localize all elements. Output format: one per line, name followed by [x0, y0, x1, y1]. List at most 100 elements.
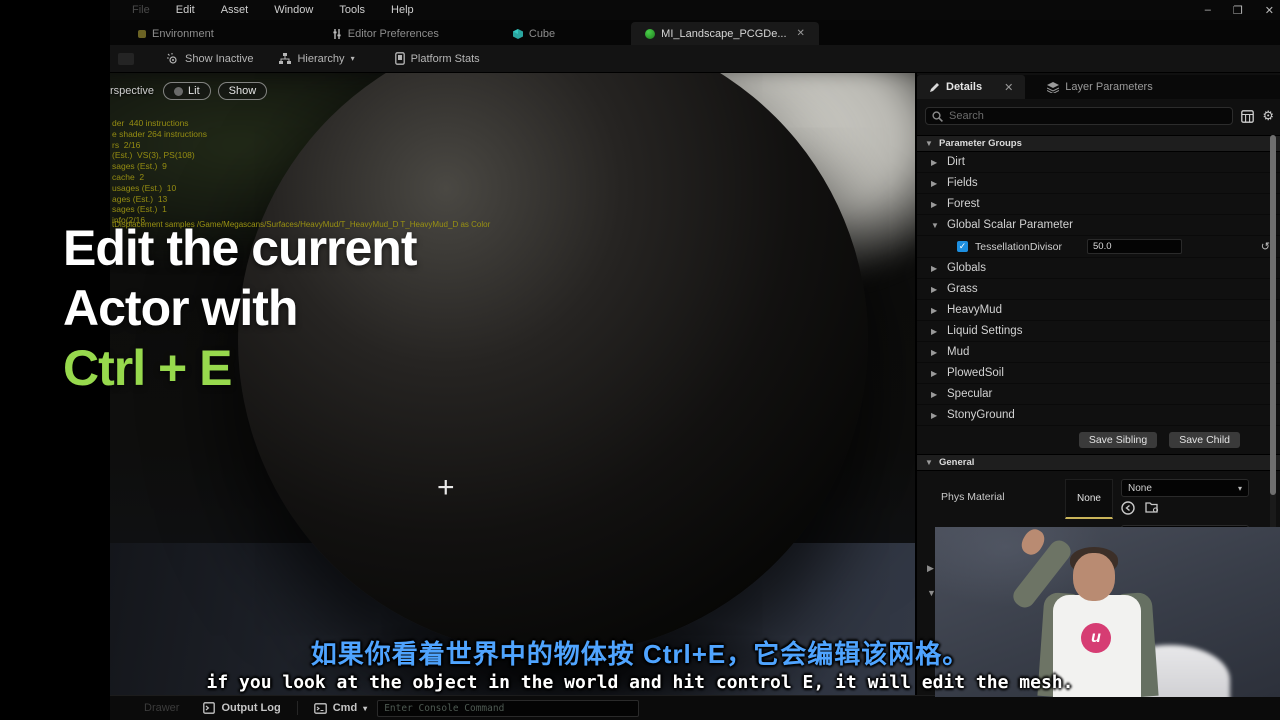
perspective-label[interactable]: rspective: [110, 85, 154, 97]
group-row-liquid-settings[interactable]: ▶ Liquid Settings: [917, 321, 1280, 342]
caret-right-icon: ▶: [931, 200, 939, 209]
phys-material-label: Phys Material: [941, 491, 1005, 503]
tab-details[interactable]: Details ✕: [917, 75, 1025, 99]
show-menu-button[interactable]: Show: [218, 82, 268, 100]
tab-editor-preferences[interactable]: Editor Preferences: [318, 22, 453, 45]
group-row-global-scalar[interactable]: ▼ Global Scalar Parameter: [917, 215, 1280, 236]
sliders-icon: [332, 29, 342, 39]
tab-close-icon[interactable]: ✕: [797, 28, 805, 39]
gear-icon[interactable]: ⚙: [1262, 108, 1274, 124]
layers-icon: [1047, 82, 1059, 93]
close-button[interactable]: ✕: [1265, 4, 1274, 17]
scrollbar-thumb[interactable]: [1270, 135, 1276, 495]
caret-right-icon: ▶: [931, 285, 939, 294]
caret-right-icon: ▶: [931, 348, 939, 357]
tab-layer-parameters[interactable]: Layer Parameters: [1035, 75, 1164, 99]
platform-stats-button[interactable]: Platform Stats: [387, 49, 488, 68]
phys-material-none-tab[interactable]: None: [1065, 479, 1113, 519]
hierarchy-icon: [279, 53, 291, 65]
asset-action-icons: [1121, 501, 1160, 515]
save-child-button[interactable]: Save Child: [1169, 432, 1240, 448]
environment-icon: [138, 30, 146, 38]
phys-material-dropdown[interactable]: None ▾: [1121, 479, 1249, 497]
menu-asset[interactable]: Asset: [221, 4, 249, 16]
dropdown-value: None: [1128, 483, 1152, 494]
parameter-value-input[interactable]: 50.0: [1087, 239, 1182, 254]
group-row-stonyground[interactable]: ▶ StonyGround: [917, 405, 1280, 426]
caret-right-icon: ▶: [931, 306, 939, 315]
group-row-forest[interactable]: ▶ Forest: [917, 194, 1280, 215]
window-controls: – ❐ ✕: [1205, 0, 1274, 20]
caption-shortcut: Ctrl + E: [63, 338, 583, 398]
caret-down-icon: ▼: [925, 458, 933, 467]
minimize-button[interactable]: –: [1205, 4, 1211, 16]
menu-file[interactable]: File: [132, 4, 150, 16]
group-row-grass[interactable]: ▶ Grass: [917, 279, 1280, 300]
status-bar: Drawer Output Log Cmd ▾ Enter Console Co…: [110, 695, 1280, 720]
platform-stats-label: Platform Stats: [411, 53, 480, 65]
search-input[interactable]: Search: [925, 107, 1233, 125]
display-filter-icon[interactable]: [1241, 110, 1254, 123]
reset-to-default-icon[interactable]: ↺: [1261, 240, 1270, 253]
console-command-input[interactable]: Enter Console Command: [377, 700, 639, 717]
save-sibling-button[interactable]: Save Sibling: [1079, 432, 1157, 448]
lit-mode-button[interactable]: Lit: [163, 82, 211, 100]
general-label: General: [939, 457, 974, 468]
menu-edit[interactable]: Edit: [176, 4, 195, 16]
tessellation-divisor-row: ✓ TessellationDivisor 50.0 ↺: [917, 236, 1280, 258]
parameter-checkbox[interactable]: ✓: [957, 241, 968, 252]
group-row-heavymud[interactable]: ▶ HeavyMud: [917, 300, 1280, 321]
search-icon: [932, 111, 943, 122]
content-drawer-label[interactable]: Drawer: [144, 702, 179, 714]
bulb-icon: [174, 87, 183, 96]
parameter-groups-header[interactable]: ▼ Parameter Groups: [917, 135, 1280, 152]
presenter-head: [1073, 553, 1115, 601]
tab-environment[interactable]: Environment: [124, 22, 228, 45]
panel-close-icon[interactable]: ✕: [1004, 81, 1013, 94]
tab-mi-landscape[interactable]: MI_Landscape_PCGDe... ✕: [631, 22, 819, 45]
group-row-plowedsoil[interactable]: ▶ PlowedSoil: [917, 363, 1280, 384]
general-header[interactable]: ▼ General: [917, 454, 1280, 471]
caret-down-icon: ▼: [925, 139, 933, 148]
output-log-icon: [203, 702, 215, 714]
output-log-button[interactable]: Output Log: [203, 702, 280, 714]
tutorial-caption: Edit the current Actor with Ctrl + E: [63, 218, 583, 398]
menu-help[interactable]: Help: [391, 4, 414, 16]
divider: [297, 701, 298, 715]
menu-window[interactable]: Window: [274, 4, 313, 16]
parameter-rows: ▼ Parameter Groups ▶ Dirt ▶ Fields ▶ For…: [917, 135, 1280, 426]
parameter-groups-label: Parameter Groups: [939, 138, 1022, 149]
caption-line-1: Edit the current: [63, 218, 583, 278]
details-tab-label: Details: [946, 81, 982, 93]
caption-line-2: Actor with: [63, 278, 583, 338]
layer-parameters-tab-label: Layer Parameters: [1065, 81, 1152, 93]
use-selected-icon[interactable]: [1121, 501, 1135, 515]
group-row-globals[interactable]: ▶ Globals: [917, 258, 1280, 279]
group-row-fields[interactable]: ▶ Fields: [917, 173, 1280, 194]
hierarchy-button[interactable]: Hierarchy ▾: [271, 50, 362, 68]
restore-button[interactable]: ❐: [1233, 4, 1243, 17]
lit-label: Lit: [188, 85, 200, 97]
group-label: PlowedSoil: [947, 367, 1004, 379]
group-label: Mud: [947, 346, 969, 358]
shader-stats-text: der 440 instructions e shader 264 instru…: [112, 118, 207, 226]
cube-icon: [513, 29, 523, 39]
group-row-dirt[interactable]: ▶ Dirt: [917, 152, 1280, 173]
search-placeholder: Search: [949, 110, 984, 122]
cmd-selector[interactable]: Cmd ▾: [314, 702, 367, 714]
hierarchy-label: Hierarchy: [297, 53, 344, 65]
show-inactive-button[interactable]: Show Inactive: [158, 50, 261, 68]
browse-to-asset-icon[interactable]: [1145, 501, 1160, 515]
menu-tools[interactable]: Tools: [339, 4, 365, 16]
group-row-specular[interactable]: ▶ Specular: [917, 384, 1280, 405]
caret-right-icon: ▶: [931, 264, 939, 273]
collapsed-section-caret[interactable]: ▶: [927, 563, 934, 574]
save-icon[interactable]: [118, 53, 134, 65]
show-label: Show: [229, 85, 257, 97]
caret-right-icon: ▶: [931, 369, 939, 378]
group-row-mud[interactable]: ▶ Mud: [917, 342, 1280, 363]
tab-cube[interactable]: Cube: [499, 22, 569, 45]
tab-label: Editor Preferences: [348, 28, 439, 40]
panel-scrollbar[interactable]: [1270, 135, 1276, 583]
tab-label: Cube: [529, 28, 555, 40]
